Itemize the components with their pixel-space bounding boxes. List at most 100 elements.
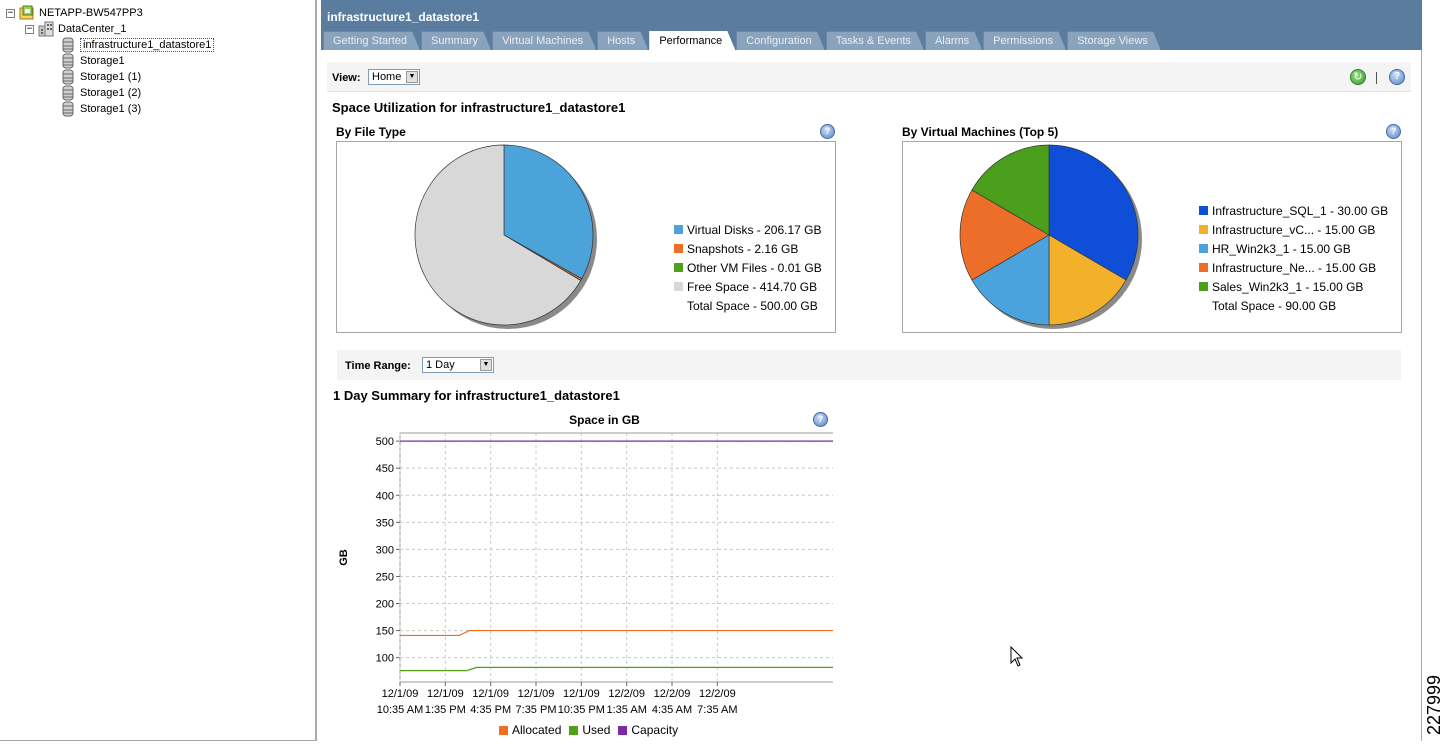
help-icon[interactable]: ? (1389, 69, 1405, 85)
vm-chart: Infrastructure_SQL_1 - 30.00 GB Infrastru… (902, 141, 1402, 333)
legend-label: Sales_Win2k3_1 - 15.00 GB (1212, 279, 1364, 294)
y-axis-label: GB (338, 549, 350, 566)
legend-label: HR_Win2k3_1 - 15.00 GB (1212, 241, 1351, 256)
tab-permissions[interactable]: Permissions (983, 31, 1066, 50)
x-tick-label-date: 12/1/09 (472, 688, 509, 700)
x-tick-label-date: 12/2/09 (699, 688, 736, 700)
x-tick-label-time: 1:35 AM (607, 704, 647, 716)
x-tick-label-time: 7:35 AM (697, 704, 737, 716)
datastore-icon (60, 101, 76, 117)
tree-node-datastore[interactable]: Storage1 (60, 53, 125, 69)
space-utilization-title: Space Utilization for infrastructure1_da… (332, 100, 626, 115)
legend-label: Virtual Disks - 206.17 GB (687, 222, 822, 237)
tab-virtual-machines[interactable]: Virtual Machines (492, 31, 596, 50)
time-range-select[interactable]: 1 Day ▼ (422, 357, 494, 373)
x-tick-label-date: 12/2/09 (608, 688, 645, 700)
x-tick-label-time: 10:35 PM (558, 704, 605, 716)
datacenter-icon (38, 21, 54, 37)
legend-swatch (1199, 206, 1208, 215)
tree-node-root[interactable]: − NETAPP-BW547PP3 (6, 5, 143, 21)
legend-label: Allocated (512, 723, 562, 737)
tab-strip: Getting Started Summary Virtual Machines Ho… (323, 31, 1162, 50)
legend-item: Other VM Files - 0.01 GB (674, 258, 822, 277)
right-margin (1422, 0, 1447, 745)
tab-alarms[interactable]: Alarms (925, 31, 982, 50)
file-type-legend: Virtual Disks - 206.17 GB Snapshots - 2.1… (674, 220, 822, 315)
x-tick-label-time: 7:35 PM (516, 704, 557, 716)
main-panel: infrastructure1_datastore1 Getting Start… (321, 0, 1422, 741)
time-range-bar: Time Range: 1 Day ▼ (337, 350, 1401, 380)
legend-swatch (674, 263, 683, 272)
legend-swatch (618, 725, 628, 735)
tree-label-datastore[interactable]: Storage1 (1) (80, 71, 141, 83)
legend-label: Infrastructure_Ne... - 15.00 GB (1212, 260, 1377, 275)
collapse-icon[interactable]: − (25, 24, 34, 34)
refresh-icon[interactable]: ↻ (1350, 69, 1366, 85)
tree-node-datastore[interactable]: Storage1 (1) (60, 69, 141, 85)
y-tick-label: 350 (376, 517, 394, 529)
legend-label: Infrastructure_SQL_1 - 30.00 GB (1212, 203, 1389, 218)
tree-node-datacenter[interactable]: − DataCenter_1 (25, 21, 127, 37)
chevron-down-icon[interactable]: ▼ (480, 359, 492, 371)
legend-item: Infrastructure_Ne... - 15.00 GB (1199, 258, 1388, 277)
legend-label: Used (582, 723, 611, 737)
tab-storage-views[interactable]: Storage Views (1067, 31, 1161, 50)
help-icon[interactable]: ? (1386, 124, 1401, 139)
time-range-label: Time Range: (345, 360, 411, 372)
legend-item: HR_Win2k3_1 - 15.00 GB (1199, 239, 1388, 258)
x-tick-label-time: 4:35 PM (470, 704, 511, 716)
legend-swatch (674, 282, 683, 291)
legend-swatch (1199, 282, 1208, 291)
tree-node-datastore[interactable]: infrastructure1_datastore1 (60, 37, 215, 53)
tab-getting-started[interactable]: Getting Started (323, 31, 420, 50)
summary-title: 1 Day Summary for infrastructure1_datast… (333, 388, 620, 403)
line-chart-legend: Allocated Used Capacity (491, 723, 678, 737)
chevron-down-icon[interactable]: ▼ (406, 71, 418, 83)
x-tick-label-date: 12/1/09 (518, 688, 555, 700)
by-file-type-title: By File Type (336, 125, 406, 139)
tab-hosts[interactable]: Hosts (597, 31, 648, 50)
tab-summary[interactable]: Summary (421, 31, 491, 50)
tree-node-datastore[interactable]: Storage1 (3) (60, 101, 141, 117)
tree-label-datastore[interactable]: Storage1 (3) (80, 103, 141, 115)
tree-label-datastore[interactable]: infrastructure1_datastore1 (80, 38, 215, 52)
by-vm-title: By Virtual Machines (Top 5) (902, 125, 1059, 139)
view-select[interactable]: Home ▼ (368, 69, 420, 85)
tree-label-datastore[interactable]: Storage1 (2) (80, 87, 141, 99)
y-tick-label: 400 (376, 490, 394, 502)
figure-id: 227999 (1424, 674, 1444, 735)
datastore-icon (60, 53, 76, 69)
view-label: View: (332, 72, 361, 84)
legend-item: Sales_Win2k3_1 - 15.00 GB (1199, 277, 1388, 296)
plot-area (399, 432, 833, 683)
tree-label-datastore[interactable]: Storage1 (80, 55, 125, 67)
legend-total: Total Space - 90.00 GB (1212, 298, 1337, 313)
view-select-value: Home (372, 71, 402, 83)
collapse-icon[interactable]: − (6, 8, 15, 18)
file-type-chart: Virtual Disks - 206.17 GB Snapshots - 2.1… (336, 141, 836, 333)
legend-total: Total Space - 500.00 GB (687, 298, 818, 313)
legend-swatch (674, 225, 683, 234)
chart-title: Space in GB (569, 413, 640, 427)
vcenter-icon (19, 5, 35, 21)
help-icon[interactable]: ? (820, 124, 835, 139)
tab-tasks-events[interactable]: Tasks & Events (826, 31, 924, 50)
x-tick-label-date: 12/1/09 (382, 688, 419, 700)
tree-label-datacenter[interactable]: DataCenter_1 (58, 23, 127, 35)
y-tick-label: 250 (376, 571, 394, 583)
tab-performance[interactable]: Performance (649, 31, 735, 50)
x-tick-label-time: 10:35 AM (377, 704, 423, 716)
tree-label-root[interactable]: NETAPP-BW547PP3 (39, 7, 143, 19)
x-tick-label-time: 4:35 AM (652, 704, 692, 716)
datastore-icon (60, 37, 76, 53)
y-tick-label: 300 (376, 544, 394, 556)
x-tick-label-time: 1:35 PM (425, 704, 466, 716)
datastore-icon (60, 69, 76, 85)
tab-configuration[interactable]: Configuration (736, 31, 824, 50)
page-title: infrastructure1_datastore1 (327, 10, 480, 24)
vm-legend: Infrastructure_SQL_1 - 30.00 GB Infrastru… (1199, 201, 1388, 315)
toolbar-separator (1376, 72, 1377, 84)
x-tick-label-date: 12/1/09 (563, 688, 600, 700)
tree-node-datastore[interactable]: Storage1 (2) (60, 85, 141, 101)
legend-item: Free Space - 414.70 GB (674, 277, 822, 296)
